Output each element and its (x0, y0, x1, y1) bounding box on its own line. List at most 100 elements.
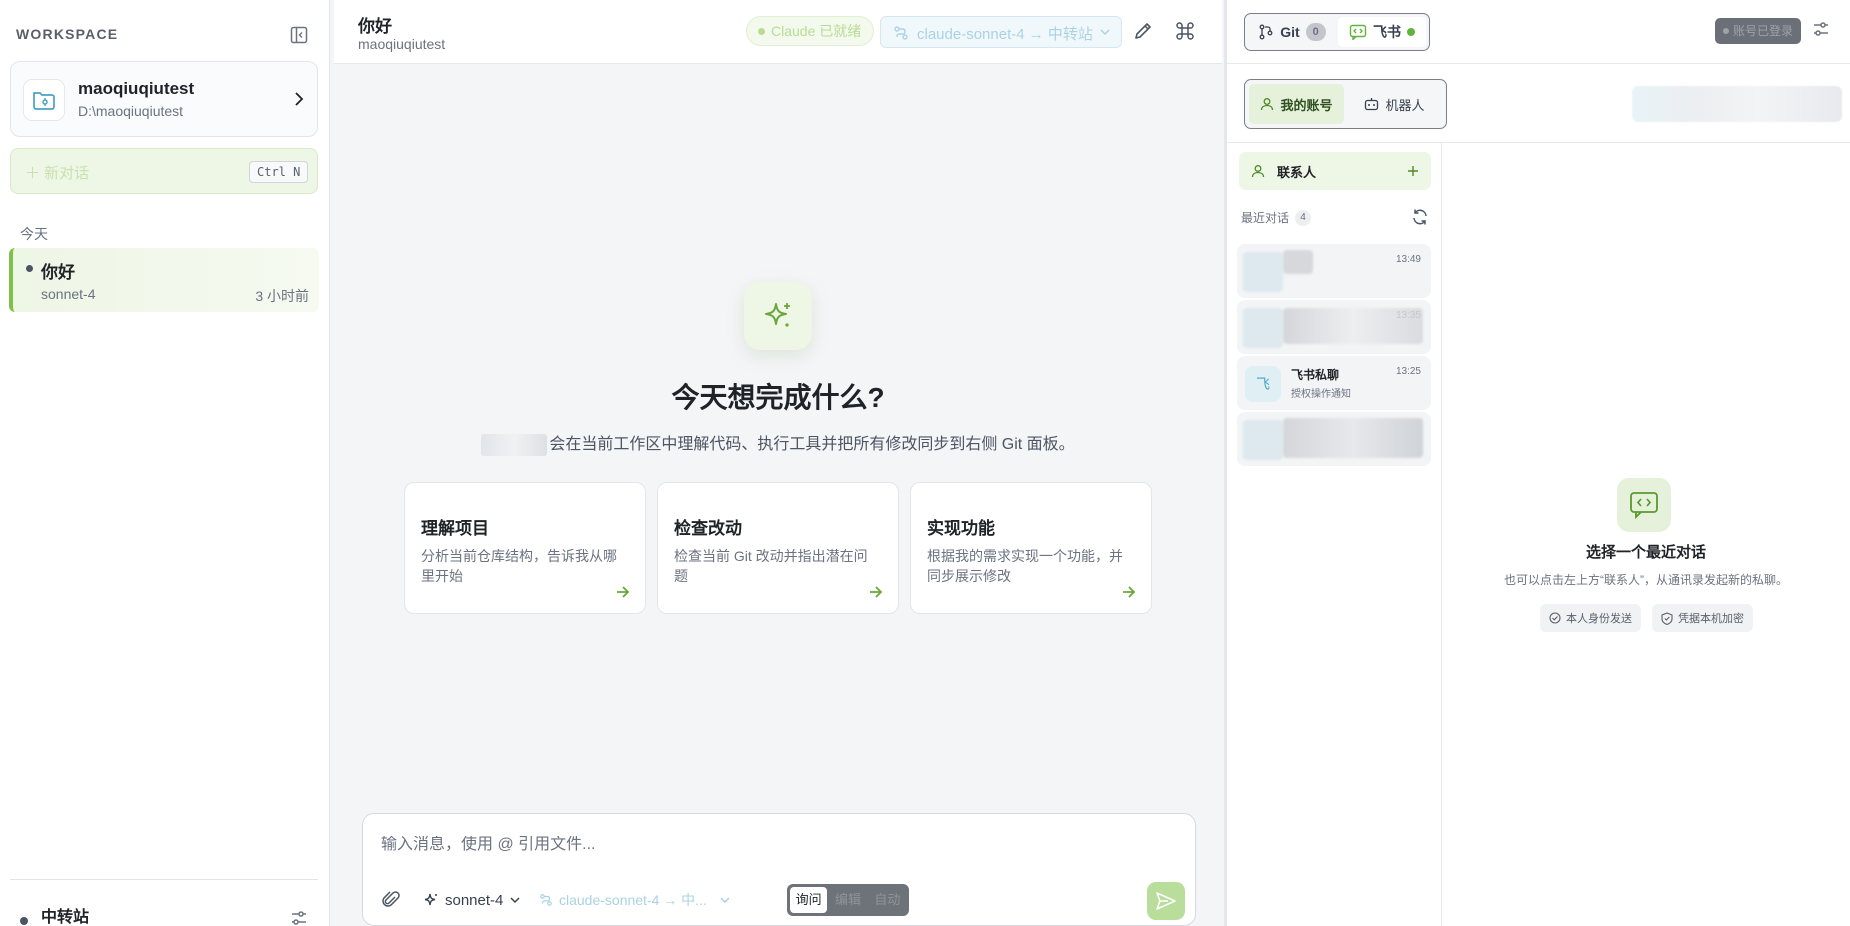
workspace-label: WORKSPACE (16, 26, 119, 42)
redacted-avatar (1243, 420, 1283, 460)
recent-header: 最近对话 4 (1241, 209, 1312, 226)
workspace-card[interactable]: maoqiuqiutest D:\maoqiuqiutest (10, 61, 318, 137)
sliders-icon[interactable] (290, 910, 308, 926)
workspace-name: maoqiuqiutest (78, 79, 195, 98)
tab-feishu[interactable]: 飞书 (1338, 17, 1426, 47)
hero-title: 今天想完成什么? (671, 382, 885, 413)
suggestion-card-implement[interactable]: 实现功能 根据我的需求实现一个功能，并同步展示修改 (910, 482, 1152, 614)
message-composer: sonnet-4 claude-sonnet-4 → 中... 询问 编辑 自动 (362, 813, 1196, 926)
thread-item-feishu-dm[interactable]: 飞 飞书私聊 授权操作通知 13:25 (1237, 356, 1431, 410)
thread-time: 13:49 (1395, 254, 1421, 265)
empty-state-title: 选择一个最近对话 (1585, 544, 1706, 561)
redacted-name (1283, 250, 1313, 274)
card-title: 实现功能 (927, 519, 995, 538)
command-icon[interactable] (1174, 20, 1196, 42)
new-chat-shortcut: Ctrl N (249, 161, 309, 183)
thread-item[interactable]: 13:49 (1237, 244, 1431, 298)
login-status-badge: 账号已登录 (1715, 18, 1802, 44)
thread-time: 13:25 (1395, 366, 1421, 377)
send-button[interactable] (1147, 882, 1185, 920)
contacts-sidebar: 联系人 最近对话 4 13:49 13:35 飞 飞书私聊 授权操作通知 13:… (1227, 143, 1442, 926)
chevron-down-icon (509, 895, 521, 905)
chevron-down-icon (1099, 27, 1111, 37)
code-message-icon (1617, 478, 1671, 532)
chat-subtitle: maoqiuqiutest (358, 36, 446, 52)
mode-edit[interactable]: 编辑 (829, 887, 866, 913)
panel-tabs: Git 0 飞书 (1244, 13, 1430, 51)
route-icon (539, 893, 553, 907)
hero-description: 会在当前工作区中理解代码、执行工具并把所有修改同步到右侧 Git 面板。 (334, 430, 1222, 456)
new-chat-label: ＋ 新对话 (25, 162, 89, 183)
card-desc: 根据我的需求实现一个功能，并同步展示修改 (927, 548, 1123, 584)
status-dot (758, 28, 765, 35)
account-segmented-control: 我的账号 机器人 (1244, 79, 1447, 129)
conversation-dot (26, 265, 33, 272)
chat-title: 你好 (358, 17, 392, 36)
card-title: 理解项目 (421, 519, 489, 538)
chat-area: 你好 maoqiuqiutest Claude 已就绪 claude-sonne… (334, 0, 1222, 926)
pencil-icon[interactable] (1132, 20, 1154, 42)
card-title: 检查改动 (674, 519, 742, 538)
check-circle-icon (1549, 612, 1561, 624)
user-icon (1260, 97, 1274, 111)
thread-item[interactable]: 13:35 (1237, 300, 1431, 354)
thread-preview: 授权操作通知 (1291, 389, 1351, 400)
mode-segmented-control: 询问 编辑 自动 (787, 884, 909, 916)
model-select[interactable]: sonnet-4 (423, 888, 521, 912)
contacts-button[interactable]: 联系人 (1239, 152, 1431, 190)
redacted-avatar (1243, 308, 1283, 348)
plus-icon (1407, 165, 1419, 177)
sliders-icon[interactable] (1812, 21, 1830, 37)
status-dot (1723, 28, 1729, 34)
claude-status-text: Claude 已就绪 (771, 23, 862, 39)
message-input[interactable] (381, 836, 1171, 854)
identity-chip-text: 本人身份发送 (1566, 613, 1632, 625)
code-message-icon (1349, 24, 1367, 40)
suggestion-card-review[interactable]: 检查改动 检查当前 Git 改动并指出潜在问题 (657, 482, 899, 614)
card-desc: 分析当前仓库结构，告诉我从哪里开始 (421, 548, 617, 584)
thread-name: 飞书私聊 (1291, 368, 1340, 382)
route-select[interactable]: claude-sonnet-4 → 中... (539, 888, 731, 912)
tab-bot[interactable]: 机器人 (1347, 84, 1442, 124)
tab-my-account[interactable]: 我的账号 (1249, 84, 1344, 124)
card-desc: 检查当前 Git 改动并指出潜在问题 (674, 548, 868, 584)
redacted-avatar (1243, 252, 1283, 292)
arrow-right-icon (615, 585, 631, 599)
relay-label[interactable]: 中转站 (41, 903, 89, 926)
recent-count-badge: 4 (1295, 209, 1312, 226)
suggestion-card-understand[interactable]: 理解项目 分析当前仓库结构，告诉我从哪里开始 (404, 482, 646, 614)
chevron-down-icon (719, 895, 731, 905)
plus-icon: ＋ (25, 165, 45, 182)
git-branch-icon (1258, 24, 1274, 40)
model-select-text: sonnet-4 (445, 891, 504, 909)
tab-my-account-label: 我的账号 (1280, 97, 1333, 113)
mode-auto[interactable]: 自动 (869, 887, 906, 913)
new-chat-button[interactable]: ＋ 新对话 Ctrl N (10, 148, 318, 194)
recent-label: 最近对话 (1241, 211, 1290, 225)
git-count-badge: 0 (1305, 23, 1326, 41)
collapse-sidebar-icon[interactable] (288, 24, 310, 46)
route-select-text: claude-sonnet-4 → 中... (559, 892, 707, 908)
model-route-text: claude-sonnet-4 → 中转站 (917, 26, 1093, 43)
refresh-icon[interactable] (1411, 208, 1429, 226)
bot-icon (1364, 97, 1379, 111)
online-dot (1407, 28, 1415, 36)
arrow-right-icon (868, 585, 884, 599)
paperclip-icon[interactable] (381, 890, 401, 910)
tab-feishu-label: 飞书 (1373, 24, 1401, 40)
hero-description-text: 会在当前工作区中理解代码、执行工具并把所有修改同步到右侧 Git 面板。 (549, 436, 1075, 453)
feishu-avatar: 飞 (1245, 366, 1281, 402)
identity-chip: 本人身份发送 (1540, 604, 1641, 632)
right-panel: Git 0 飞书 账号已登录 我的账号 机器人 联系人 最近对话 4 13:49… (1224, 0, 1850, 926)
empty-state-description: 也可以点击左上方“联系人”，从通讯录发起新的私聊。 (1504, 573, 1788, 587)
mode-ask[interactable]: 询问 (790, 887, 828, 913)
sparkle-icon (744, 282, 812, 350)
model-route-select[interactable]: claude-sonnet-4 → 中转站 (880, 16, 1122, 48)
chat-header: 你好 maoqiuqiutest Claude 已就绪 claude-sonne… (334, 0, 1222, 64)
conversation-time: 3 小时前 (255, 288, 309, 304)
new-chat-text: 新对话 (44, 165, 90, 182)
right-panel-header: Git 0 飞书 账号已登录 (1227, 0, 1850, 64)
tab-git[interactable]: Git 0 (1248, 17, 1336, 47)
conversation-item[interactable]: 你好 sonnet-4 3 小时前 (9, 248, 319, 312)
thread-item[interactable] (1237, 412, 1431, 466)
